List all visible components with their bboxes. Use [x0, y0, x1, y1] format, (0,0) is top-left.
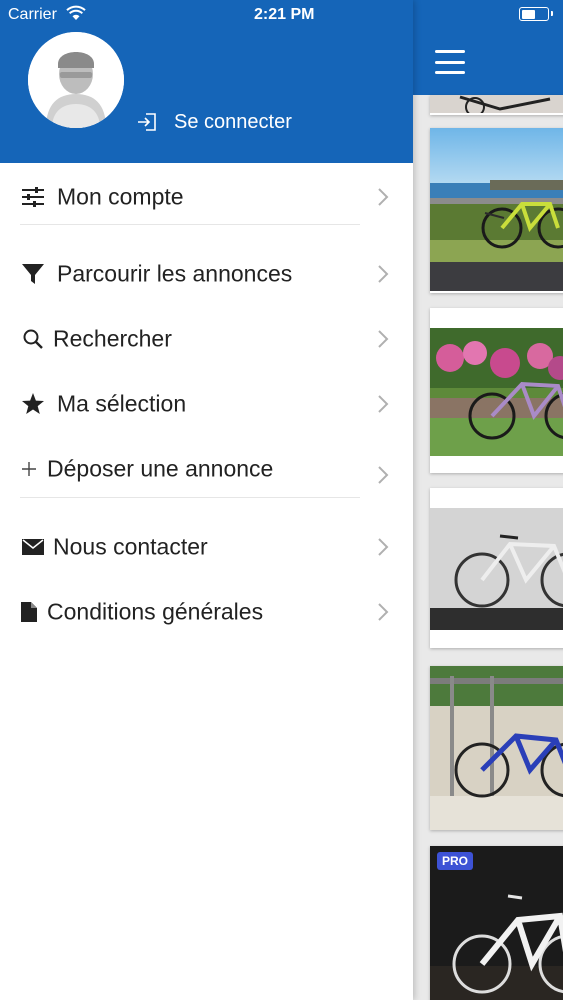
menu-item-contact[interactable]: Nous contacter	[0, 517, 413, 577]
menu-item-label: Conditions générales	[47, 598, 264, 625]
listing-card[interactable]	[430, 666, 563, 830]
chevron-right-icon	[378, 330, 389, 348]
chevron-right-icon	[378, 466, 389, 484]
document-icon	[16, 599, 42, 625]
pro-badge: PRO	[437, 852, 474, 870]
search-icon	[20, 326, 46, 352]
login-link[interactable]: Se connecter	[136, 108, 292, 136]
chevron-right-icon	[378, 538, 389, 556]
bike-photo	[430, 95, 563, 113]
menu-item-parcourir[interactable]: Parcourir les annonces	[0, 244, 413, 304]
chevron-right-icon	[378, 188, 389, 206]
menu-item-deposer[interactable]: Déposer une annonce	[0, 439, 413, 499]
menu-item-label: Déposer une annonce	[47, 455, 274, 482]
bike-photo	[430, 508, 563, 630]
bike-photo	[430, 666, 563, 830]
menu-item-conditions[interactable]: Conditions générales	[0, 582, 413, 642]
divider	[20, 224, 360, 225]
status-time: 2:21 PM	[254, 6, 315, 23]
bike-photo	[430, 128, 563, 291]
divider	[20, 497, 360, 498]
side-drawer: Carrier 2:21 PM Se connecter Mon compte …	[0, 0, 413, 1000]
menu-item-mon-compte[interactable]: Mon compte	[0, 167, 413, 227]
listing-card[interactable]	[430, 95, 563, 115]
listing-panel: PRO	[413, 0, 563, 1000]
login-label: Se connecter	[174, 110, 292, 133]
battery-icon	[519, 7, 553, 21]
avatar[interactable]	[28, 32, 124, 128]
sign-in-icon	[138, 113, 156, 131]
chevron-right-icon	[378, 265, 389, 283]
menu-item-label: Mon compte	[57, 183, 184, 210]
menu-item-label: Rechercher	[53, 325, 172, 352]
menu-item-rechercher[interactable]: Rechercher	[0, 309, 413, 369]
carrier-label: Carrier	[8, 6, 57, 23]
bike-photo	[430, 328, 563, 456]
chevron-right-icon	[378, 395, 389, 413]
drawer-header: Carrier 2:21 PM Se connecter	[0, 0, 413, 163]
hamburger-menu-icon[interactable]	[435, 50, 465, 74]
sliders-icon	[20, 184, 46, 210]
menu-item-label: Ma sélection	[57, 390, 187, 417]
listing-card[interactable]	[430, 488, 563, 648]
menu-item-label: Parcourir les annonces	[57, 260, 293, 287]
listing-card[interactable]	[430, 128, 563, 293]
filter-icon	[20, 261, 46, 287]
listing-card[interactable]	[430, 308, 563, 473]
menu-item-label: Nous contacter	[53, 533, 208, 560]
listing-header	[413, 0, 563, 95]
wifi-icon	[66, 5, 86, 20]
chevron-right-icon	[378, 603, 389, 621]
envelope-icon	[20, 534, 46, 560]
star-icon	[20, 391, 46, 417]
listing-card[interactable]: PRO	[430, 846, 563, 1000]
menu-item-ma-selection[interactable]: Ma sélection	[0, 374, 413, 434]
plus-icon	[16, 456, 42, 482]
